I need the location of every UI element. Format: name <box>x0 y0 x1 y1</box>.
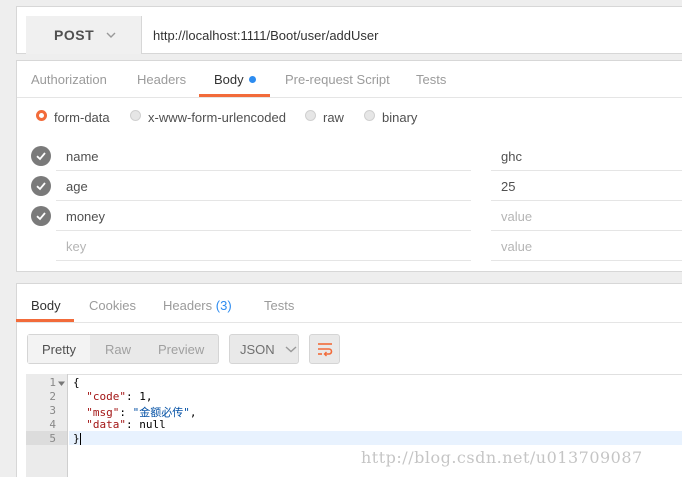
tab-tests[interactable]: Tests <box>416 72 446 87</box>
divider <box>56 230 471 231</box>
modified-dot-icon <box>248 76 256 84</box>
code-open-brace: { <box>73 376 80 389</box>
divider <box>491 200 682 201</box>
param-key[interactable]: age <box>66 179 88 194</box>
param-value[interactable]: 25 <box>501 179 515 194</box>
divider <box>491 260 682 261</box>
fold-arrow-icon[interactable] <box>58 380 65 387</box>
divider <box>56 260 471 261</box>
param-key[interactable]: name <box>66 149 99 164</box>
json-key: "code" <box>86 390 126 403</box>
line-number: 5 <box>49 432 56 445</box>
row-checkbox[interactable] <box>31 176 51 196</box>
radio-form-data[interactable] <box>36 110 47 121</box>
request-panel <box>16 60 682 272</box>
method-label: POST <box>54 27 95 43</box>
code-line: "data": null <box>86 418 166 431</box>
json-value: 1 <box>139 390 146 403</box>
tab-headers[interactable]: Headers <box>137 72 186 87</box>
radio-label-binary[interactable]: binary <box>382 110 417 125</box>
divider <box>491 170 682 171</box>
row-checkbox[interactable] <box>31 146 51 166</box>
text-cursor <box>79 433 81 445</box>
headers-count: (3) <box>215 298 232 313</box>
param-key[interactable]: money <box>66 209 105 224</box>
chevron-down-icon <box>106 32 116 38</box>
line-number: 3 <box>49 404 56 417</box>
tab-body-label: Body <box>214 72 244 87</box>
radio-label-form-data[interactable]: form-data <box>54 110 110 125</box>
response-tab-body[interactable]: Body <box>31 298 61 313</box>
format-dropdown[interactable]: JSON <box>229 334 299 364</box>
radio-raw[interactable] <box>305 110 316 121</box>
chevron-down-icon <box>285 346 297 353</box>
new-value-input[interactable]: value <box>501 239 532 254</box>
code-line: "code": 1, <box>86 390 153 403</box>
tab-authorization[interactable]: Authorization <box>31 72 107 87</box>
json-key: "data" <box>86 418 126 431</box>
line-number: 2 <box>49 390 56 403</box>
param-value[interactable]: ghc <box>501 149 522 164</box>
check-icon <box>36 212 46 221</box>
response-tab-headers[interactable]: Headers (3) <box>163 298 232 313</box>
tab-pre-request-script[interactable]: Pre-request Script <box>285 72 390 87</box>
active-line-highlight <box>69 431 682 445</box>
check-icon <box>36 152 46 161</box>
raw-button[interactable]: Raw <box>105 342 131 357</box>
line-number: 1 <box>49 376 56 389</box>
radio-binary[interactable] <box>364 110 375 121</box>
row-checkbox[interactable] <box>31 206 51 226</box>
radio-x-www-form-urlencoded[interactable] <box>130 110 141 121</box>
response-tab-headers-label: Headers <box>163 298 213 313</box>
wrap-lines-button[interactable] <box>309 334 340 364</box>
radio-label-urlencoded[interactable]: x-www-form-urlencoded <box>148 110 286 125</box>
param-value-placeholder[interactable]: value <box>501 209 532 224</box>
radio-label-raw[interactable]: raw <box>323 110 344 125</box>
method-dropdown[interactable]: POST <box>26 16 142 54</box>
preview-button[interactable]: Preview <box>158 342 204 357</box>
divider <box>56 170 471 171</box>
pretty-button[interactable]: Pretty <box>42 342 76 357</box>
divider <box>17 97 682 98</box>
response-tab-tests[interactable]: Tests <box>264 298 294 313</box>
new-key-input[interactable]: key <box>66 239 86 254</box>
tab-body[interactable]: Body <box>214 72 256 87</box>
check-icon <box>36 182 46 191</box>
code-close-brace: } <box>73 432 80 445</box>
wrap-lines-icon <box>317 343 332 357</box>
json-value: null <box>139 418 166 431</box>
code-line: { <box>73 376 80 389</box>
line-number: 4 <box>49 418 56 431</box>
url-input[interactable]: http://localhost:1111/Boot/user/addUser <box>153 28 378 43</box>
divider <box>17 322 682 323</box>
divider <box>56 200 471 201</box>
code-line: } <box>73 432 81 445</box>
response-tab-cookies[interactable]: Cookies <box>89 298 136 313</box>
divider <box>491 230 682 231</box>
watermark: http://blog.csdn.net/u013709087 <box>361 448 643 467</box>
format-label: JSON <box>240 341 275 357</box>
